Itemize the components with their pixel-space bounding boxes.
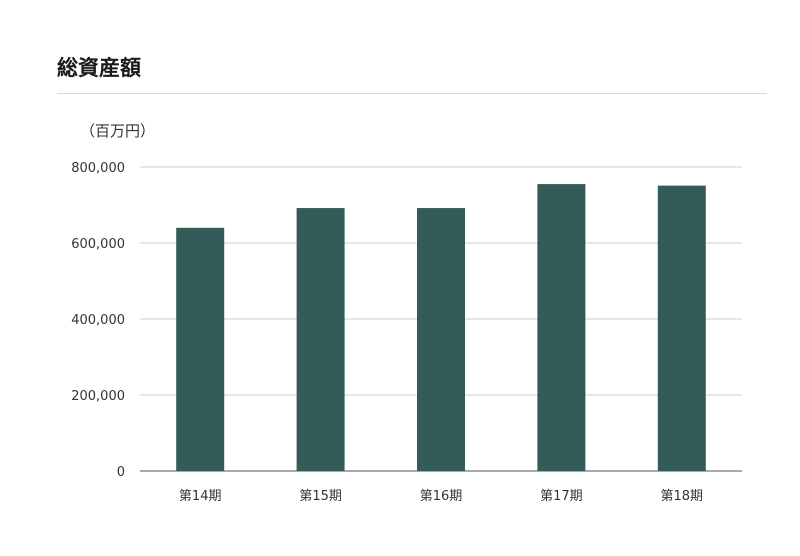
x-tick-label: 第15期: [299, 489, 342, 504]
x-axis-ticks: 第14期 第15期 第16期 第17期 第18期: [179, 489, 703, 504]
x-tick-label: 第18期: [661, 489, 704, 504]
x-tick-label: 第16期: [420, 489, 463, 504]
y-tick-label: 600,000: [71, 237, 125, 252]
y-tick-label: 800,000: [71, 161, 125, 176]
bar-1: [176, 227, 225, 471]
y-tick-label: 400,000: [71, 313, 125, 328]
bar-chart: 0200,000400,000600,000800,000 第14期 第15期 第1…: [71, 161, 742, 504]
bar-5: [657, 185, 706, 471]
x-tick-label: 第14期: [179, 489, 222, 504]
bar-4: [537, 184, 586, 471]
y-axis-ticks: 0 200,000 400,000 600,000 800,000: [71, 161, 125, 480]
bar-3: [417, 208, 465, 472]
y-tick-label: 0: [117, 465, 125, 480]
y-tick-label: 200,000: [71, 389, 125, 404]
bar-2: [296, 208, 345, 472]
x-tick-label: 第17期: [540, 489, 583, 504]
bars: [176, 184, 706, 472]
